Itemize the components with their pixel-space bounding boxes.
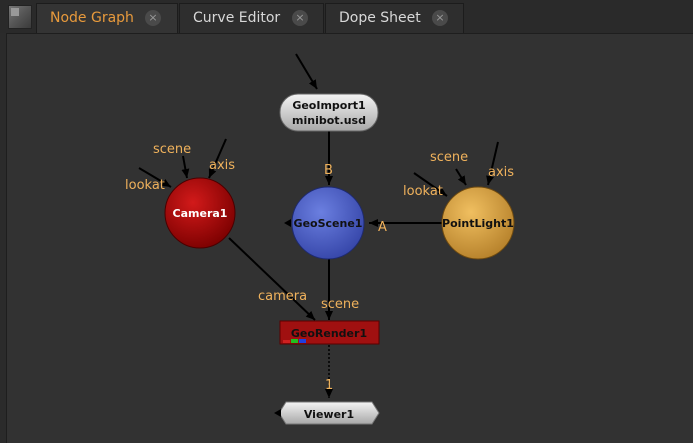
pointlight-lookat-label: lookat [403,184,443,199]
channel-green-indicator [291,339,298,343]
tab-bar: Node Graph × Curve Editor × Dope Sheet × [0,0,693,33]
node-graph-canvas[interactable]: scene axis lookat scene axis lookat B A … [6,33,693,443]
geoscene-name: GeoScene1 [294,217,363,230]
node-georender1[interactable]: GeoRender1 [279,320,380,345]
pointlight-axis-label: axis [488,165,514,180]
edge-camera-to-georender[interactable] [228,237,316,321]
close-icon[interactable]: × [432,10,448,26]
geoscene-mask-input-icon [284,219,291,227]
camera-scene-input[interactable] [181,155,190,179]
viewer-input-label: 1 [325,378,333,393]
close-icon[interactable]: × [292,10,308,26]
geoscene-input-a-label: A [378,220,387,235]
viewer-name: Viewer1 [304,408,354,421]
georender-camera-label: camera [258,289,307,304]
node-geoimport1[interactable]: GeoImport1 minibot.usd [279,93,379,132]
node-pointlight1[interactable]: PointLight1 [441,186,515,260]
pointlight-name: PointLight1 [442,217,514,230]
viewer-input-icon [274,409,281,417]
geoimport-file: minibot.usd [292,114,366,127]
camera-lookat-label: lookat [125,178,165,193]
camera-scene-label: scene [153,142,191,157]
channel-blue-indicator [299,339,306,343]
edge-geoimport-input[interactable] [295,53,318,90]
pointlight-scene-label: scene [430,150,468,165]
tab-curve-editor[interactable]: Curve Editor × [179,3,324,33]
close-icon[interactable]: × [145,10,161,26]
tab-node-graph-label: Node Graph [50,10,134,26]
pane-menu-icon[interactable] [8,5,32,29]
node-graph-svg: scene axis lookat scene axis lookat B A … [125,53,515,425]
geoimport-name: GeoImport1 [292,99,365,112]
tab-dope-sheet[interactable]: Dope Sheet × [325,3,464,33]
tab-curve-editor-label: Curve Editor [193,10,281,26]
camera-axis-label: axis [209,158,235,173]
tab-dope-sheet-label: Dope Sheet [339,10,421,26]
node-geoscene1[interactable]: GeoScene1 [284,186,365,260]
georender-scene-label: scene [321,297,359,312]
georender-name: GeoRender1 [291,327,367,340]
geoscene-input-b-label: B [324,163,333,178]
node-viewer1[interactable]: Viewer1 [274,401,380,425]
pointlight-scene-input[interactable] [455,168,467,186]
channel-red-indicator [283,340,290,343]
tab-node-graph[interactable]: Node Graph × [36,3,178,33]
camera-name: Camera1 [173,207,228,220]
node-camera1[interactable]: Camera1 [164,177,236,249]
